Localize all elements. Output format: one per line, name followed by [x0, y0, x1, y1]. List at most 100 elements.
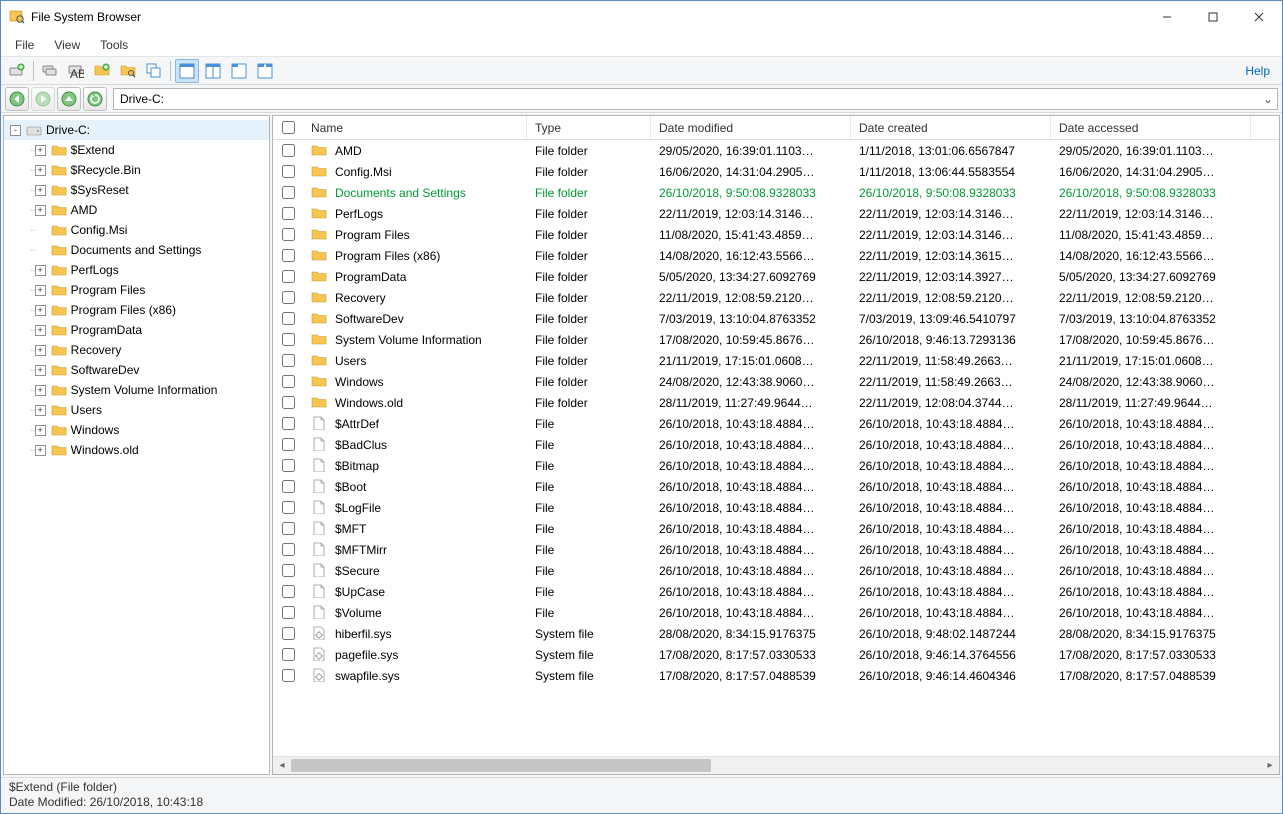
tree-toggle-icon[interactable]: + — [35, 425, 46, 436]
row-checkbox[interactable] — [273, 438, 303, 451]
row-checkbox[interactable] — [273, 606, 303, 619]
list-row[interactable]: $LogFileFile26/10/2018, 10:43:18.4884…26… — [273, 497, 1279, 518]
tree-item[interactable]: ··+Windows.old — [4, 440, 269, 460]
horizontal-scrollbar[interactable]: ◂ ▸ — [273, 756, 1279, 774]
help-link[interactable]: Help — [1237, 64, 1278, 78]
add-disk-button[interactable] — [5, 59, 29, 83]
row-checkbox[interactable] — [273, 375, 303, 388]
row-checkbox[interactable] — [273, 207, 303, 220]
list-row[interactable]: Program FilesFile folder11/08/2020, 15:4… — [273, 224, 1279, 245]
tree-toggle-icon[interactable]: + — [35, 445, 46, 456]
tree-item[interactable]: ··+$Recycle.Bin — [4, 160, 269, 180]
row-checkbox[interactable] — [273, 501, 303, 514]
disks-button[interactable] — [38, 59, 62, 83]
tree-toggle-icon[interactable]: + — [35, 325, 46, 336]
tree-toggle-icon[interactable]: + — [35, 145, 46, 156]
view-mode-3-button[interactable] — [227, 59, 251, 83]
row-checkbox[interactable] — [273, 417, 303, 430]
view-mode-2-button[interactable] — [201, 59, 225, 83]
row-checkbox[interactable] — [273, 333, 303, 346]
list-row[interactable]: Windows.oldFile folder28/11/2019, 11:27:… — [273, 392, 1279, 413]
header-date-modified[interactable]: Date modified — [651, 116, 851, 139]
up-button[interactable] — [57, 87, 81, 111]
tree-toggle-icon[interactable]: + — [35, 305, 46, 316]
row-checkbox[interactable] — [273, 585, 303, 598]
tree-item[interactable]: ··+$SysReset — [4, 180, 269, 200]
list-row[interactable]: $BadClusFile26/10/2018, 10:43:18.4884…26… — [273, 434, 1279, 455]
header-date-accessed[interactable]: Date accessed — [1051, 116, 1251, 139]
row-checkbox[interactable] — [273, 522, 303, 535]
list-body[interactable]: AMDFile folder29/05/2020, 16:39:01.1103…… — [273, 140, 1279, 756]
search-folder-button[interactable] — [116, 59, 140, 83]
list-row[interactable]: $BitmapFile26/10/2018, 10:43:18.4884…26/… — [273, 455, 1279, 476]
row-checkbox[interactable] — [273, 249, 303, 262]
tree-item[interactable]: ··+Program Files (x86) — [4, 300, 269, 320]
menu-tools[interactable]: Tools — [90, 36, 138, 54]
list-row[interactable]: UsersFile folder21/11/2019, 17:15:01.060… — [273, 350, 1279, 371]
row-checkbox[interactable] — [273, 354, 303, 367]
tree-toggle-icon[interactable]: + — [35, 285, 46, 296]
row-checkbox[interactable] — [273, 165, 303, 178]
menu-view[interactable]: View — [44, 36, 90, 54]
refresh-button[interactable] — [83, 87, 107, 111]
tree-item[interactable]: ··+Users — [4, 400, 269, 420]
row-checkbox[interactable] — [273, 648, 303, 661]
list-row[interactable]: swapfile.sysSystem file17/08/2020, 8:17:… — [273, 665, 1279, 686]
header-type[interactable]: Type — [527, 116, 651, 139]
list-row[interactable]: $SecureFile26/10/2018, 10:43:18.4884…26/… — [273, 560, 1279, 581]
row-checkbox[interactable] — [273, 144, 303, 157]
row-checkbox[interactable] — [273, 669, 303, 682]
new-folder-button[interactable] — [90, 59, 114, 83]
list-row[interactable]: PerfLogsFile folder22/11/2019, 12:03:14.… — [273, 203, 1279, 224]
back-button[interactable] — [5, 87, 29, 111]
tree-item[interactable]: ··+Windows — [4, 420, 269, 440]
tree-toggle-icon[interactable]: + — [35, 265, 46, 276]
tree-pane[interactable]: -Drive-C:··+$Extend··+$Recycle.Bin··+$Sy… — [3, 115, 270, 775]
row-checkbox[interactable] — [273, 627, 303, 640]
tree-item[interactable]: ··Config.Msi — [4, 220, 269, 240]
list-row[interactable]: $VolumeFile26/10/2018, 10:43:18.4884…26/… — [273, 602, 1279, 623]
windows-button[interactable] — [142, 59, 166, 83]
tree-toggle-icon[interactable]: + — [35, 345, 46, 356]
row-checkbox[interactable] — [273, 480, 303, 493]
address-dropdown-icon[interactable]: ⌄ — [1263, 92, 1273, 106]
row-checkbox[interactable] — [273, 564, 303, 577]
tree-toggle-icon[interactable]: + — [35, 385, 46, 396]
list-row[interactable]: $UpCaseFile26/10/2018, 10:43:18.4884…26/… — [273, 581, 1279, 602]
tree-item[interactable]: ··+$Extend — [4, 140, 269, 160]
view-mode-4-button[interactable] — [253, 59, 277, 83]
list-row[interactable]: AMDFile folder29/05/2020, 16:39:01.1103…… — [273, 140, 1279, 161]
tree-item[interactable]: -Drive-C: — [4, 120, 269, 140]
header-date-created[interactable]: Date created — [851, 116, 1051, 139]
list-row[interactable]: System Volume InformationFile folder17/0… — [273, 329, 1279, 350]
tree-toggle-icon[interactable]: + — [35, 365, 46, 376]
tree-toggle-icon[interactable]: + — [35, 405, 46, 416]
row-checkbox[interactable] — [273, 186, 303, 199]
list-row[interactable]: hiberfil.sysSystem file28/08/2020, 8:34:… — [273, 623, 1279, 644]
tree-item[interactable]: ··+ProgramData — [4, 320, 269, 340]
list-row[interactable]: Program Files (x86)File folder14/08/2020… — [273, 245, 1279, 266]
list-row[interactable]: $AttrDefFile26/10/2018, 10:43:18.4884…26… — [273, 413, 1279, 434]
list-row[interactable]: Config.MsiFile folder16/06/2020, 14:31:0… — [273, 161, 1279, 182]
menu-file[interactable]: File — [5, 36, 44, 54]
address-bar[interactable]: Drive-C: ⌄ — [113, 88, 1278, 110]
list-row[interactable]: WindowsFile folder24/08/2020, 12:43:38.9… — [273, 371, 1279, 392]
list-row[interactable]: $BootFile26/10/2018, 10:43:18.4884…26/10… — [273, 476, 1279, 497]
close-button[interactable] — [1236, 1, 1282, 33]
tree-item[interactable]: ··Documents and Settings — [4, 240, 269, 260]
list-row[interactable]: $MFTFile26/10/2018, 10:43:18.4884…26/10/… — [273, 518, 1279, 539]
tree-toggle-icon[interactable]: + — [35, 185, 46, 196]
view-mode-1-button[interactable] — [175, 59, 199, 83]
row-checkbox[interactable] — [273, 312, 303, 325]
header-name[interactable]: Name — [303, 116, 527, 139]
minimize-button[interactable] — [1144, 1, 1190, 33]
row-checkbox[interactable] — [273, 291, 303, 304]
tree-item[interactable]: ··+SoftwareDev — [4, 360, 269, 380]
list-row[interactable]: RecoveryFile folder22/11/2019, 12:08:59.… — [273, 287, 1279, 308]
tree-item[interactable]: ··+AMD — [4, 200, 269, 220]
header-checkbox[interactable] — [273, 116, 303, 139]
row-checkbox[interactable] — [273, 270, 303, 283]
tree-item[interactable]: ··+Recovery — [4, 340, 269, 360]
row-checkbox[interactable] — [273, 543, 303, 556]
tree-toggle-icon[interactable]: + — [35, 165, 46, 176]
